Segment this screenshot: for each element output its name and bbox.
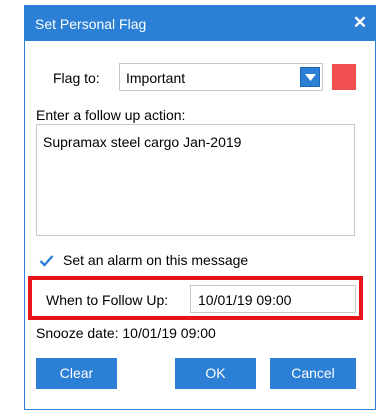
follow-up-action-textarea[interactable]: Supramax steel cargo Jan-2019 bbox=[36, 124, 355, 236]
close-icon[interactable]: ✕ bbox=[351, 14, 369, 32]
snooze-date-text: Snooze date: 10/01/19 09:00 bbox=[36, 325, 216, 341]
alarm-checkbox[interactable] bbox=[39, 253, 54, 268]
cancel-button[interactable]: Cancel bbox=[270, 358, 356, 389]
page: Set Personal Flag ✕ Flag to: Important E… bbox=[0, 0, 382, 414]
dropdown-arrow-icon[interactable] bbox=[300, 67, 320, 87]
flag-to-label: Flag to: bbox=[53, 70, 100, 86]
follow-up-action-label: Enter a follow up action: bbox=[36, 107, 186, 123]
follow-up-action-text: Supramax steel cargo Jan-2019 bbox=[43, 134, 242, 150]
clear-button[interactable]: Clear bbox=[36, 358, 117, 389]
flag-select-value: Important bbox=[126, 70, 186, 86]
when-to-follow-up-highlight: When to Follow Up: 10/01/19 09:00 bbox=[28, 276, 363, 320]
flag-select[interactable]: Important bbox=[119, 63, 323, 91]
ok-button[interactable]: OK bbox=[175, 358, 256, 389]
dialog-title: Set Personal Flag bbox=[35, 16, 147, 32]
when-to-follow-up-value: 10/01/19 09:00 bbox=[198, 292, 292, 308]
flag-color-swatch[interactable] bbox=[332, 64, 356, 90]
checkmark-icon bbox=[39, 255, 54, 267]
dialog-titlebar: Set Personal Flag ✕ bbox=[25, 6, 375, 41]
set-personal-flag-dialog: Set Personal Flag ✕ Flag to: Important E… bbox=[24, 5, 376, 410]
when-to-follow-up-input[interactable]: 10/01/19 09:00 bbox=[190, 285, 356, 313]
when-to-follow-up-label: When to Follow Up: bbox=[46, 292, 169, 308]
alarm-label: Set an alarm on this message bbox=[63, 252, 249, 268]
